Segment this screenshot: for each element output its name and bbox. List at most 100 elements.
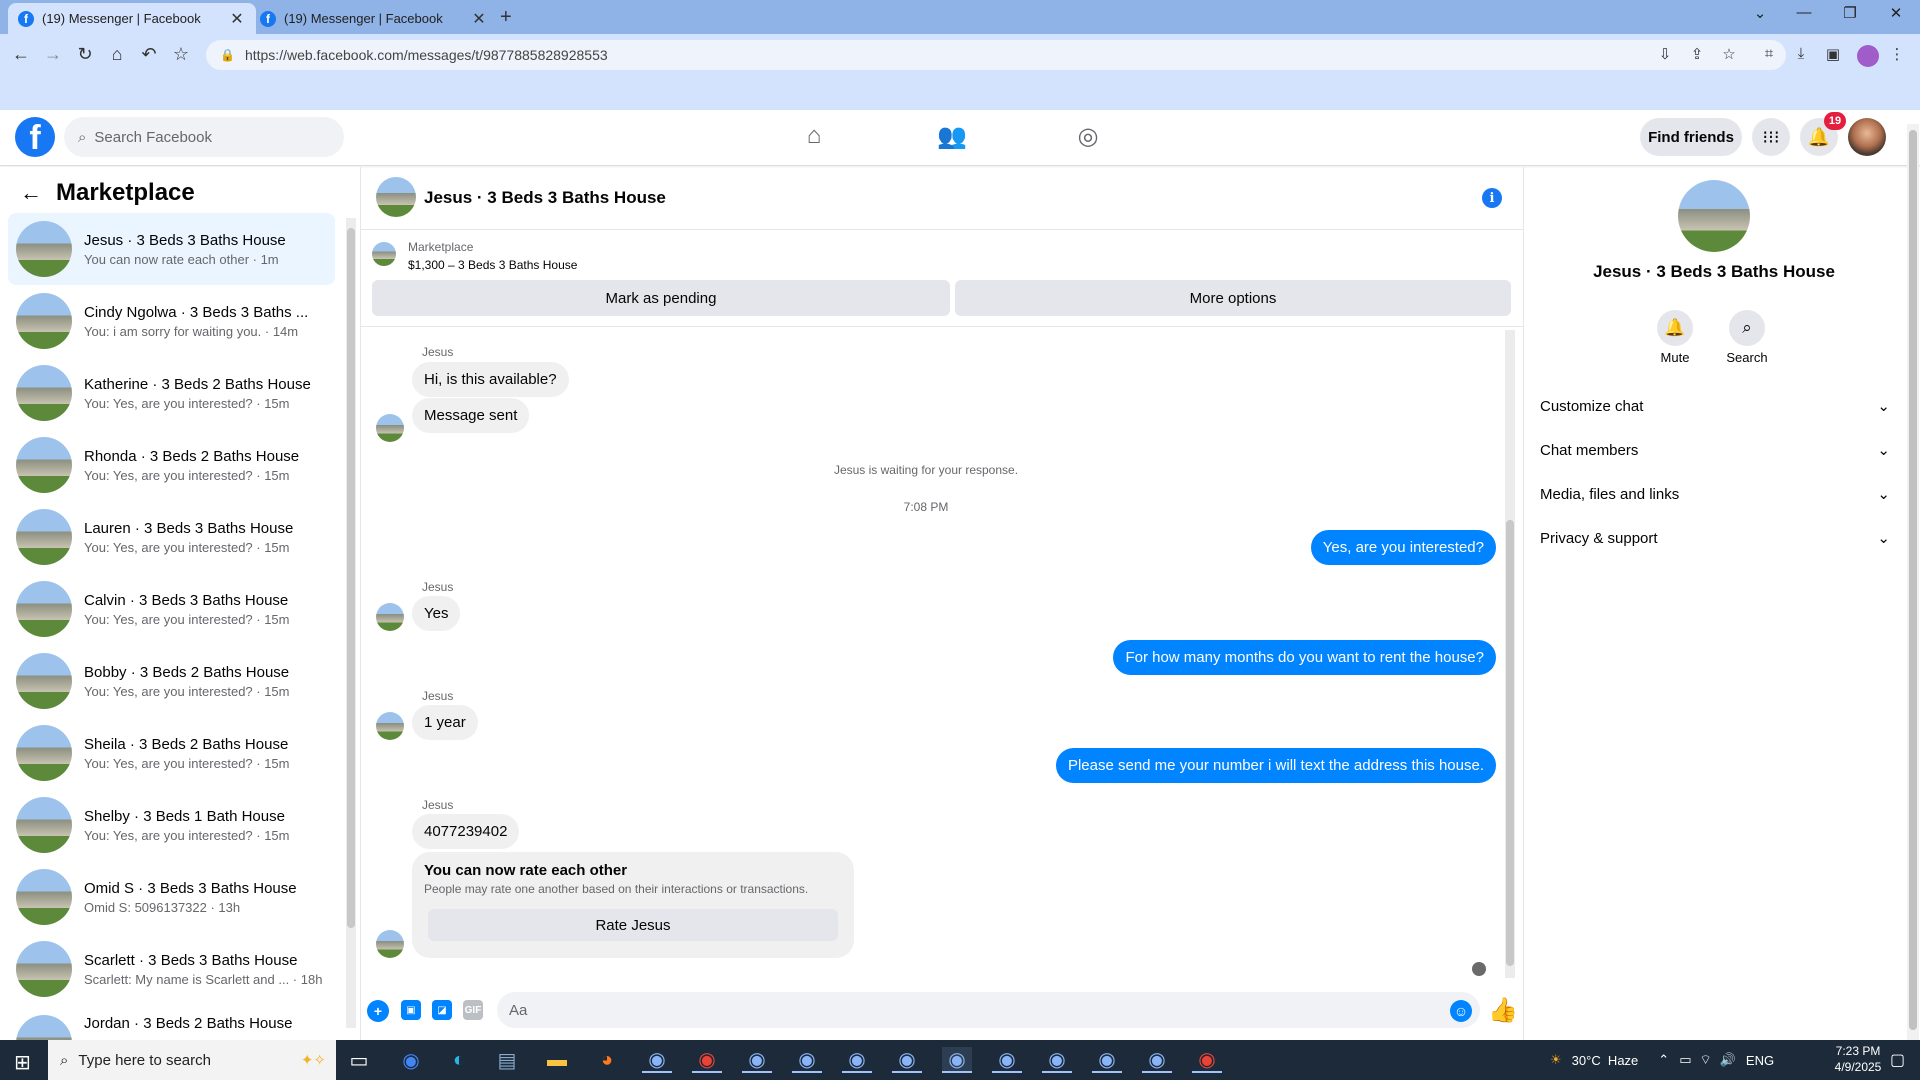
network-icon[interactable]: ▭: [1679, 1052, 1691, 1068]
sticker-icon[interactable]: ◪: [432, 1000, 452, 1020]
reload-icon[interactable]: ↻: [72, 44, 98, 65]
forward-icon[interactable]: →: [40, 44, 66, 65]
groups-nav-icon[interactable]: ◎: [1068, 122, 1108, 151]
scrollbar-thumb[interactable]: [1909, 130, 1917, 1030]
incoming-message[interactable]: Message sent: [412, 398, 530, 433]
conversation-item[interactable]: Katherine · 3 Beds 2 Baths House You: Yes…: [8, 357, 335, 429]
chat-members-section[interactable]: Chat members ⌄: [1540, 432, 1890, 468]
scrollbar-thumb[interactable]: [347, 228, 355, 928]
chrome-profile-icon[interactable]: ◉: [992, 1047, 1022, 1073]
back-arrow-icon[interactable]: ←: [20, 180, 42, 206]
chrome-profile-icon[interactable]: ◉: [642, 1047, 672, 1073]
contact-avatar[interactable]: [1678, 180, 1750, 252]
incoming-message[interactable]: Yes: [412, 596, 461, 631]
conversation-item[interactable]: Sheila · 3 Beds 2 Baths House You: Yes, a…: [8, 717, 335, 789]
undo-icon[interactable]: ↶: [136, 44, 162, 65]
task-view-icon[interactable]: ▭: [344, 1047, 374, 1073]
incoming-message[interactable]: 1 year: [412, 705, 478, 740]
thumbs-up-icon[interactable]: 👍: [1488, 996, 1518, 1025]
windows-start-icon[interactable]: ⊞: [14, 1050, 31, 1075]
account-avatar[interactable]: [1848, 118, 1886, 156]
search-conversation-icon[interactable]: ⌕: [1729, 310, 1765, 346]
conversation-item[interactable]: Shelby · 3 Beds 1 Bath House You: Yes, ar…: [8, 789, 335, 861]
file-explorer-icon[interactable]: ▬: [542, 1047, 572, 1073]
sender-avatar[interactable]: [376, 712, 404, 740]
home-icon[interactable]: ⌂: [104, 44, 130, 65]
menu-grid-icon[interactable]: ⁝⁝⁝: [1752, 118, 1790, 156]
chrome-profile-icon[interactable]: ◉: [1042, 1047, 1072, 1073]
language-indicator[interactable]: ENG: [1746, 1053, 1774, 1068]
volume-icon[interactable]: 🔊: [1720, 1052, 1736, 1068]
friends-nav-icon[interactable]: 👥: [932, 122, 972, 151]
facebook-search-input[interactable]: ⌕ Search Facebook: [64, 117, 344, 157]
conversation-item[interactable]: Lauren · 3 Beds 3 Baths House You: Yes, a…: [8, 501, 335, 573]
close-tab-icon[interactable]: ✕: [470, 9, 488, 29]
tray-chevron-icon[interactable]: ⌃: [1658, 1052, 1669, 1068]
chrome-profile-icon[interactable]: ◉: [692, 1047, 722, 1073]
install-app-icon[interactable]: ⇩: [1654, 45, 1676, 63]
edge-icon[interactable]: ◐: [444, 1047, 474, 1073]
chrome-icon[interactable]: ◉: [396, 1047, 426, 1073]
weather-text[interactable]: 30°C Haze: [1572, 1053, 1639, 1068]
find-friends-button[interactable]: Find friends: [1640, 118, 1742, 156]
wifi-icon[interactable]: ⌔: [1699, 1052, 1711, 1068]
browser-profile-avatar[interactable]: [1857, 45, 1879, 67]
customize-chat-section[interactable]: Customize chat ⌄: [1540, 388, 1890, 424]
bookmark-icon[interactable]: ☆: [1718, 45, 1740, 63]
incoming-message[interactable]: 4077239402: [412, 814, 520, 849]
media-files-links-section[interactable]: Media, files and links ⌄: [1540, 476, 1890, 512]
notification-center-icon[interactable]: ▢: [1890, 1050, 1905, 1070]
emoji-icon[interactable]: ☺: [1450, 1000, 1472, 1022]
attach-image-icon[interactable]: ▣: [401, 1000, 421, 1020]
taskbar-search-input[interactable]: ⌕ Type here to search ✦✧: [48, 1040, 336, 1080]
close-window-icon[interactable]: ✕: [1876, 4, 1916, 22]
sender-avatar[interactable]: [376, 414, 404, 442]
sender-avatar[interactable]: [376, 603, 404, 631]
chrome-profile-icon[interactable]: ◉: [742, 1047, 772, 1073]
browser-tab-2[interactable]: f (19) Messenger | Facebook ✕: [250, 3, 498, 34]
side-panel-icon[interactable]: ▣: [1822, 45, 1844, 63]
chrome-profile-icon[interactable]: ◉: [842, 1047, 872, 1073]
facebook-logo-icon[interactable]: f: [15, 117, 55, 157]
mute-bell-icon[interactable]: 🔔: [1657, 310, 1693, 346]
chrome-profile-icon[interactable]: ◉: [1192, 1047, 1222, 1073]
conversation-item[interactable]: Calvin · 3 Beds 3 Baths House You: Yes, a…: [8, 573, 335, 645]
outgoing-message[interactable]: Please send me your number i will text t…: [1055, 748, 1496, 783]
more-options-button[interactable]: More options: [955, 280, 1511, 316]
taskbar-clock[interactable]: 7:23 PM 4/9/2025: [1828, 1043, 1888, 1075]
back-icon[interactable]: ←: [8, 44, 34, 65]
browser-menu-icon[interactable]: ⋮: [1886, 45, 1908, 63]
conversation-item[interactable]: Omid S · 3 Beds 3 Baths House Omid S: 509…: [8, 861, 335, 933]
sender-avatar[interactable]: [376, 930, 404, 958]
firefox-icon[interactable]: ◕: [592, 1047, 622, 1073]
conversation-item[interactable]: Bobby · 3 Beds 2 Baths House You: Yes, ar…: [8, 645, 335, 717]
gif-icon[interactable]: GIF: [463, 1000, 483, 1020]
chat-header-avatar[interactable]: [376, 177, 416, 217]
minimize-icon[interactable]: —: [1784, 4, 1824, 21]
downloads-icon[interactable]: ⤓: [1790, 45, 1812, 62]
conversation-item[interactable]: Jordan · 3 Beds 2 Baths House: [8, 1005, 335, 1040]
bookmark-star-icon[interactable]: ☆: [168, 44, 194, 65]
chat-title[interactable]: Jesus · 3 Beds 3 Baths House: [424, 188, 666, 208]
info-icon[interactable]: i: [1482, 188, 1502, 208]
outgoing-message[interactable]: Yes, are you interested?: [1310, 530, 1496, 565]
rate-jesus-button[interactable]: Rate Jesus: [428, 909, 838, 941]
browser-tab-1[interactable]: f (19) Messenger | Facebook ✕: [8, 3, 256, 34]
chrome-profile-icon[interactable]: ◉: [1092, 1047, 1122, 1073]
chrome-profile-icon[interactable]: ◉: [942, 1047, 972, 1073]
home-nav-icon[interactable]: ⌂: [794, 122, 834, 150]
message-input[interactable]: Aa: [497, 992, 1480, 1028]
chrome-profile-icon[interactable]: ◉: [892, 1047, 922, 1073]
chrome-profile-icon[interactable]: ◉: [792, 1047, 822, 1073]
listing-thumbnail[interactable]: [372, 242, 396, 266]
conversation-item[interactable]: Rhonda · 3 Beds 2 Baths House You: Yes, a…: [8, 429, 335, 501]
address-bar[interactable]: 🔒 https://web.facebook.com/messages/t/98…: [206, 40, 1786, 70]
conversation-item[interactable]: Jesus · 3 Beds 3 Baths House You can now …: [8, 213, 335, 285]
share-icon[interactable]: ⇪: [1686, 45, 1708, 63]
scrollbar-thumb[interactable]: [1506, 520, 1514, 966]
conversation-item[interactable]: Scarlett · 3 Beds 3 Baths House Scarlett:…: [8, 933, 335, 1005]
incoming-message[interactable]: Hi, is this available?: [412, 362, 569, 397]
plus-actions-icon[interactable]: +: [367, 1000, 389, 1022]
close-tab-icon[interactable]: ✕: [228, 9, 246, 29]
outgoing-message[interactable]: For how many months do you want to rent …: [1113, 640, 1496, 675]
